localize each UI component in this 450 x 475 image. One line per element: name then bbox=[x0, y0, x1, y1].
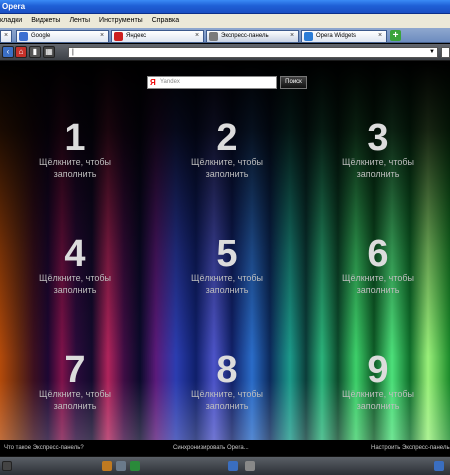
menu-bar: кладки Виджеты Ленты Инструменты Справка bbox=[0, 14, 450, 28]
cell-hint: заполнить bbox=[53, 169, 97, 179]
chevron-down-icon[interactable]: ▼ bbox=[429, 48, 435, 57]
address-field[interactable]: | ▼ bbox=[68, 47, 438, 58]
speed-dial-page: Я Yandex Поиск 1 Щёлкните, чтобы заполни… bbox=[0, 62, 450, 440]
speed-dial-footer: Что такое Экспресс-панель? Синхронизиров… bbox=[0, 440, 450, 456]
cell-hint: заполнить bbox=[356, 401, 400, 411]
window-titlebar: Opera bbox=[0, 0, 450, 14]
speed-dial-icon[interactable]: ▦ bbox=[43, 46, 55, 58]
cell-hint: Щёлкните, чтобы bbox=[191, 389, 263, 399]
cell-number: 6 bbox=[367, 233, 389, 275]
cell-hint: заполнить bbox=[356, 285, 400, 295]
configure-speed-dial-link[interactable]: Настроить Экспресс-панель bbox=[371, 440, 450, 456]
close-icon[interactable]: × bbox=[288, 32, 296, 40]
back-icon[interactable]: ‹ bbox=[2, 46, 14, 58]
cell-number: 5 bbox=[216, 233, 238, 275]
image-toggle-icon[interactable] bbox=[228, 461, 238, 471]
tab-label: Яндекс bbox=[126, 33, 147, 39]
cell-number: 2 bbox=[216, 117, 238, 159]
tab-label: Google bbox=[31, 33, 51, 39]
cell-hint: заполнить bbox=[53, 285, 97, 295]
cell-hint: заполнить bbox=[53, 401, 97, 411]
cell-hint: заполнить bbox=[205, 285, 249, 295]
cell-hint: Щёлкните, чтобы bbox=[39, 273, 111, 283]
yandex-logo-icon: Я bbox=[150, 78, 156, 87]
cell-hint: Щёлкните, чтобы bbox=[39, 389, 111, 399]
tab-google[interactable]: × bbox=[0, 30, 12, 42]
close-icon[interactable]: × bbox=[193, 32, 201, 40]
tab-speed-dial[interactable]: Экспресс-панель × bbox=[206, 30, 299, 42]
speed-dial-cell-9[interactable]: 9 Щёлкните, чтобы заполнить bbox=[313, 349, 443, 412]
cell-hint: заполнить bbox=[205, 169, 249, 179]
close-icon[interactable]: × bbox=[376, 32, 384, 40]
tab-label: Экспресс-панель bbox=[221, 33, 269, 39]
cell-hint: заполнить bbox=[205, 401, 249, 411]
speed-dial-cell-3[interactable]: 3 Щёлкните, чтобы заполнить bbox=[313, 117, 443, 180]
search-field[interactable] bbox=[441, 47, 450, 58]
cell-number: 4 bbox=[64, 233, 86, 275]
cell-number: 8 bbox=[216, 349, 238, 391]
tab-label: Opera Widgets bbox=[316, 33, 357, 39]
cell-hint: Щёлкните, чтобы bbox=[342, 273, 414, 283]
cell-number: 3 bbox=[367, 117, 389, 159]
tab-yandex[interactable]: Яндекс × bbox=[111, 30, 204, 42]
menu-item-feeds[interactable]: Ленты bbox=[69, 14, 90, 28]
search-button[interactable]: Поиск bbox=[280, 76, 307, 89]
cell-hint: Щёлкните, чтобы bbox=[342, 389, 414, 399]
panel-toggle-icon[interactable] bbox=[2, 461, 12, 471]
tab-google[interactable]: Google × bbox=[16, 30, 109, 42]
home-icon[interactable]: ⌂ bbox=[15, 46, 27, 58]
tab-bar: × Google × Яндекс × Экспресс-панель × Op… bbox=[0, 28, 450, 43]
speed-dial-cell-5[interactable]: 5 Щёлкните, чтобы заполнить bbox=[162, 233, 292, 296]
cell-hint: Щёлкните, чтобы bbox=[342, 157, 414, 167]
cell-number: 9 bbox=[367, 349, 389, 391]
settings-icon[interactable] bbox=[245, 461, 255, 471]
opera-widgets-icon bbox=[304, 32, 313, 41]
menu-item-help[interactable]: Справка bbox=[152, 14, 179, 28]
speed-dial-icon bbox=[209, 32, 218, 41]
new-tab-button[interactable]: + bbox=[390, 30, 401, 41]
speed-dial-cell-2[interactable]: 2 Щёлкните, чтобы заполнить bbox=[162, 117, 292, 180]
cell-hint: Щёлкните, чтобы bbox=[191, 273, 263, 283]
cell-number: 7 bbox=[64, 349, 86, 391]
google-icon bbox=[19, 32, 28, 41]
cell-hint: заполнить bbox=[356, 169, 400, 179]
unite-icon[interactable] bbox=[102, 461, 112, 471]
cell-hint: Щёлкните, чтобы bbox=[191, 157, 263, 167]
menu-item-widgets[interactable]: Виджеты bbox=[31, 14, 60, 28]
search-input[interactable]: Я Yandex bbox=[147, 76, 277, 89]
close-icon[interactable]: × bbox=[98, 32, 106, 40]
sync-opera-link[interactable]: Синхронизировать Opera... bbox=[173, 440, 249, 456]
panel-icon[interactable]: ▮ bbox=[29, 46, 41, 58]
speed-dial-cell-1[interactable]: 1 Щёлкните, чтобы заполнить bbox=[10, 117, 140, 180]
speed-dial-cell-8[interactable]: 8 Щёлкните, чтобы заполнить bbox=[162, 349, 292, 412]
window-title: Opera bbox=[2, 2, 26, 11]
speed-dial-cell-4[interactable]: 4 Щёлкните, чтобы заполнить bbox=[10, 233, 140, 296]
status-bar bbox=[0, 456, 450, 475]
tab-opera-widgets[interactable]: Opera Widgets × bbox=[301, 30, 387, 42]
speed-dial-cell-6[interactable]: 6 Щёлкните, чтобы заполнить bbox=[313, 233, 443, 296]
toolbar: ‹ ⌂ ▮ ▦ | ▼ bbox=[0, 44, 450, 61]
menu-item-tabs[interactable]: кладки bbox=[0, 14, 22, 28]
yandex-icon bbox=[114, 32, 123, 41]
zoom-icon[interactable] bbox=[434, 461, 444, 471]
menu-item-tools[interactable]: Инструменты bbox=[99, 14, 143, 28]
cell-hint: Щёлкните, чтобы bbox=[39, 157, 111, 167]
search-placeholder: Yandex bbox=[160, 79, 180, 85]
close-icon[interactable]: × bbox=[2, 32, 10, 40]
turbo-icon[interactable] bbox=[116, 461, 126, 471]
what-is-speed-dial-link[interactable]: Что такое Экспресс-панель? bbox=[4, 440, 84, 456]
speed-dial-cell-7[interactable]: 7 Щёлкните, чтобы заполнить bbox=[10, 349, 140, 412]
address-value: | bbox=[72, 49, 74, 56]
link-icon[interactable] bbox=[130, 461, 140, 471]
cell-number: 1 bbox=[64, 117, 86, 159]
